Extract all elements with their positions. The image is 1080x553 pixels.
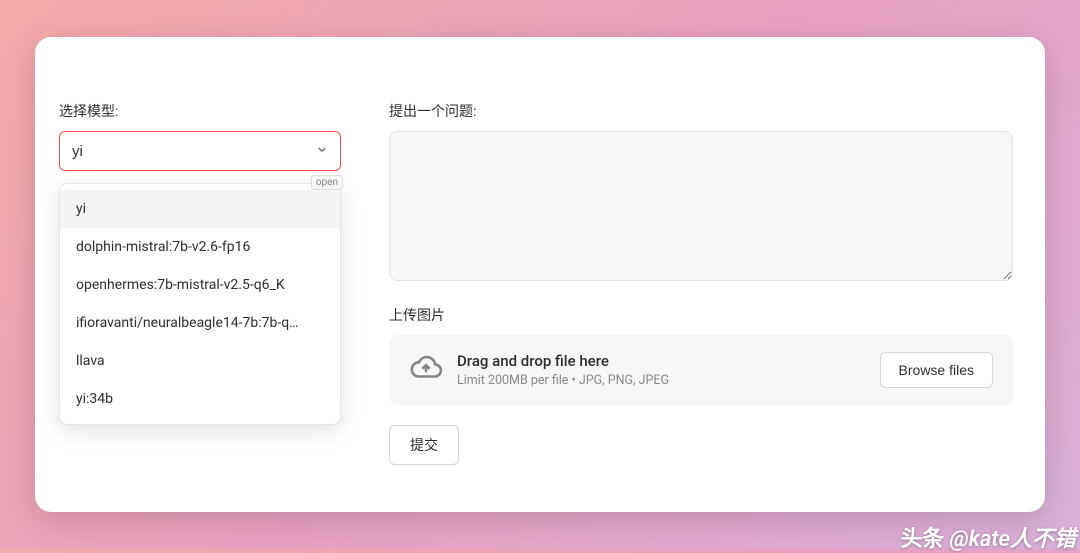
- upload-dropzone[interactable]: Drag and drop file here Limit 200MB per …: [389, 335, 1013, 405]
- select-model-label: 选择模型:: [59, 101, 341, 121]
- model-option[interactable]: openhermes:7b-mistral-v2.5-q6_K: [60, 266, 340, 304]
- cloud-upload-icon: [409, 351, 443, 389]
- upload-text: Drag and drop file here Limit 200MB per …: [457, 352, 866, 388]
- left-panel: 选择模型: open yi dolphin-mistral:7b-v2.6-fp…: [35, 37, 365, 512]
- model-option[interactable]: llava: [60, 342, 340, 380]
- submit-button[interactable]: 提交: [389, 425, 459, 465]
- watermark-handle: @kate人不错: [949, 521, 1076, 553]
- right-panel: 提出一个问题: 上传图片 Drag and drop file here Lim…: [365, 37, 1045, 512]
- browse-files-button[interactable]: Browse files: [880, 352, 993, 388]
- question-section: 提出一个问题:: [389, 101, 1013, 285]
- watermark: 头条 @kate人不错: [900, 521, 1076, 553]
- app-card: 选择模型: open yi dolphin-mistral:7b-v2.6-fp…: [35, 37, 1045, 512]
- model-option[interactable]: ifioravanti/neuralbeagle14-7b:7b-q…: [60, 304, 340, 342]
- model-select-input[interactable]: [59, 131, 341, 171]
- model-option[interactable]: yi: [60, 190, 340, 228]
- watermark-brand: 头条: [900, 521, 943, 553]
- model-dropdown: yi dolphin-mistral:7b-v2.6-fp16 openherm…: [59, 183, 341, 425]
- model-option[interactable]: dolphin-mistral:7b-v2.6-fp16: [60, 228, 340, 266]
- upload-hint: Limit 200MB per file • JPG, PNG, JPEG: [457, 373, 866, 388]
- model-option[interactable]: yi:34b: [60, 380, 340, 418]
- question-label: 提出一个问题:: [389, 101, 1013, 121]
- upload-section: 上传图片 Drag and drop file here Limit 200MB…: [389, 305, 1013, 405]
- upload-label: 上传图片: [389, 305, 1013, 325]
- model-select-wrapper: open yi dolphin-mistral:7b-v2.6-fp16 ope…: [59, 131, 341, 171]
- question-textarea[interactable]: [389, 131, 1013, 281]
- upload-title: Drag and drop file here: [457, 352, 866, 370]
- open-badge: open: [311, 175, 343, 190]
